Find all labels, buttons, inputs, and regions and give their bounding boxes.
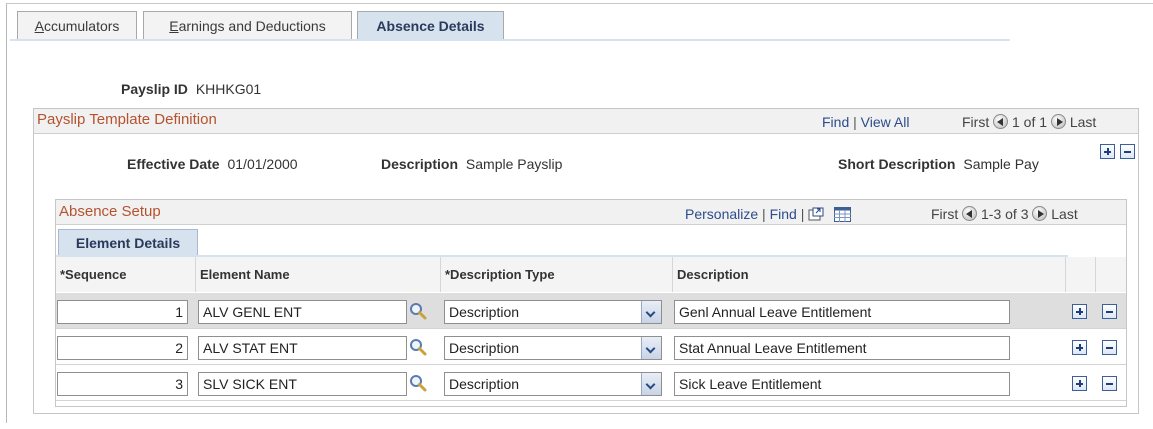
template-last-label: Last bbox=[1069, 114, 1097, 130]
separator: | bbox=[853, 114, 857, 130]
template-first-label: First bbox=[962, 114, 990, 130]
plus-icon[interactable] bbox=[1100, 144, 1115, 159]
tab-accumulators-accesskey: A bbox=[34, 18, 44, 34]
table-row: 1 ALV GENL ENT Description Genl Annual L… bbox=[56, 293, 1126, 329]
grid-range: 1-3 of 3 bbox=[981, 206, 1029, 222]
template-nav: Find | View All bbox=[822, 114, 909, 130]
payslip-id-value: KHHKG01 bbox=[195, 81, 262, 97]
description-row: Description Sample Payslip bbox=[381, 156, 562, 172]
tab-accumulators-label: ccumulators bbox=[43, 18, 120, 34]
grid-last-label: Last bbox=[1051, 206, 1078, 222]
column-header-description: Description bbox=[673, 257, 1066, 292]
tab-accumulators[interactable]: Accumulators bbox=[17, 11, 137, 40]
effective-date-label: Effective Date bbox=[127, 156, 220, 172]
template-range: 1 of 1 bbox=[1012, 114, 1048, 130]
plus-icon[interactable] bbox=[1072, 376, 1087, 391]
column-header-element-name: Element Name bbox=[196, 257, 441, 292]
column-header-delete bbox=[1096, 257, 1126, 292]
column-description-label: Description bbox=[677, 267, 749, 282]
column-header-description-type: *Description Type bbox=[441, 257, 673, 292]
grid-toolbar: Personalize | Find | bbox=[685, 206, 852, 225]
effective-date-row: Effective Date 01/01/2000 bbox=[127, 156, 298, 172]
spreadsheet-icon[interactable] bbox=[834, 207, 852, 225]
magnifier-icon[interactable] bbox=[408, 374, 428, 394]
payslip-template-title: Payslip Template Definition bbox=[37, 111, 217, 128]
short-description-label: Short Description bbox=[838, 156, 956, 172]
zoom-grid-icon[interactable] bbox=[808, 207, 824, 225]
description-input[interactable]: Stat Annual Leave Entitlement bbox=[674, 336, 1010, 360]
description-type-select[interactable]: Description bbox=[444, 300, 662, 324]
template-pager: First 1 of 1 Last bbox=[962, 114, 1096, 130]
sequence-input[interactable]: 3 bbox=[57, 372, 188, 396]
tab-earnings-accesskey: E bbox=[169, 18, 179, 34]
previous-arrow-icon[interactable] bbox=[962, 206, 978, 221]
grid-first-label: First bbox=[931, 206, 959, 222]
personalize-link[interactable]: Personalize bbox=[685, 206, 758, 222]
tab-element-details[interactable]: Element Details bbox=[58, 229, 198, 256]
description-input[interactable]: Sick Leave Entitlement bbox=[674, 372, 1010, 396]
minus-icon[interactable] bbox=[1102, 340, 1117, 355]
tab-earnings-label: arnings and Deductions bbox=[178, 18, 326, 34]
element-name-input[interactable]: ALV GENL ENT bbox=[198, 300, 407, 324]
chevron-down-icon[interactable] bbox=[641, 373, 661, 395]
template-find-link[interactable]: Find bbox=[822, 114, 849, 130]
minus-icon[interactable] bbox=[1102, 304, 1117, 319]
tab-underline bbox=[10, 39, 1010, 41]
description-type-value: Description bbox=[449, 304, 520, 320]
table-row: 3 SLV SICK ENT Description Sick Leave En… bbox=[56, 365, 1126, 401]
table-row: 2 ALV STAT ENT Description Stat Annual L… bbox=[56, 329, 1126, 365]
column-element-name-label: Element Name bbox=[200, 267, 290, 282]
minus-icon[interactable] bbox=[1102, 376, 1117, 391]
column-description-type-label: *Description Type bbox=[445, 267, 555, 282]
separator: | bbox=[762, 206, 766, 222]
magnifier-icon[interactable] bbox=[408, 302, 428, 322]
page-left-border bbox=[6, 3, 7, 423]
description-type-select[interactable]: Description bbox=[444, 372, 662, 396]
effective-date-value: 01/01/2000 bbox=[227, 156, 298, 172]
next-arrow-icon[interactable] bbox=[1050, 114, 1066, 129]
sequence-input[interactable]: 2 bbox=[57, 336, 188, 360]
column-header-sequence: *Sequence bbox=[56, 257, 196, 292]
description-label: Description bbox=[381, 156, 459, 172]
tab-absence-details-label: Absence Details bbox=[376, 18, 485, 34]
next-arrow-icon[interactable] bbox=[1032, 206, 1048, 221]
plus-icon[interactable] bbox=[1072, 304, 1087, 319]
grid-pager: First 1-3 of 3 Last bbox=[931, 206, 1078, 222]
chevron-down-icon[interactable] bbox=[641, 301, 661, 323]
description-input[interactable]: Genl Annual Leave Entitlement bbox=[674, 300, 1010, 324]
short-description-value: Sample Pay bbox=[963, 156, 1039, 172]
column-sequence-label: *Sequence bbox=[60, 267, 127, 282]
magnifier-icon[interactable] bbox=[408, 338, 428, 358]
column-header-add bbox=[1066, 257, 1096, 292]
element-name-input[interactable]: SLV SICK ENT bbox=[198, 372, 407, 396]
payslip-id-label: Payslip ID bbox=[121, 81, 188, 97]
tab-element-details-label: Element Details bbox=[75, 235, 181, 251]
minus-icon[interactable] bbox=[1120, 144, 1135, 159]
description-type-value: Description bbox=[449, 340, 520, 356]
absence-setup-title: Absence Setup bbox=[59, 203, 161, 220]
description-type-value: Description bbox=[449, 376, 520, 392]
description-type-select[interactable]: Description bbox=[444, 336, 662, 360]
payslip-id-row: Payslip ID KHHKG01 bbox=[121, 81, 261, 97]
chevron-down-icon[interactable] bbox=[641, 337, 661, 359]
description-value: Sample Payslip bbox=[465, 156, 563, 172]
element-name-input[interactable]: ALV STAT ENT bbox=[198, 336, 407, 360]
tab-absence-details[interactable]: Absence Details bbox=[357, 11, 504, 40]
page-top-border bbox=[6, 3, 1153, 4]
plus-icon[interactable] bbox=[1072, 340, 1087, 355]
template-view-all-link[interactable]: View All bbox=[861, 114, 910, 130]
grid-find-link[interactable]: Find bbox=[770, 206, 797, 222]
previous-arrow-icon[interactable] bbox=[993, 114, 1009, 129]
short-description-row: Short Description Sample Pay bbox=[838, 156, 1039, 172]
tab-earnings-and-deductions[interactable]: Earnings and Deductions bbox=[143, 11, 352, 40]
separator: | bbox=[800, 206, 805, 222]
sequence-input[interactable]: 1 bbox=[57, 300, 188, 324]
